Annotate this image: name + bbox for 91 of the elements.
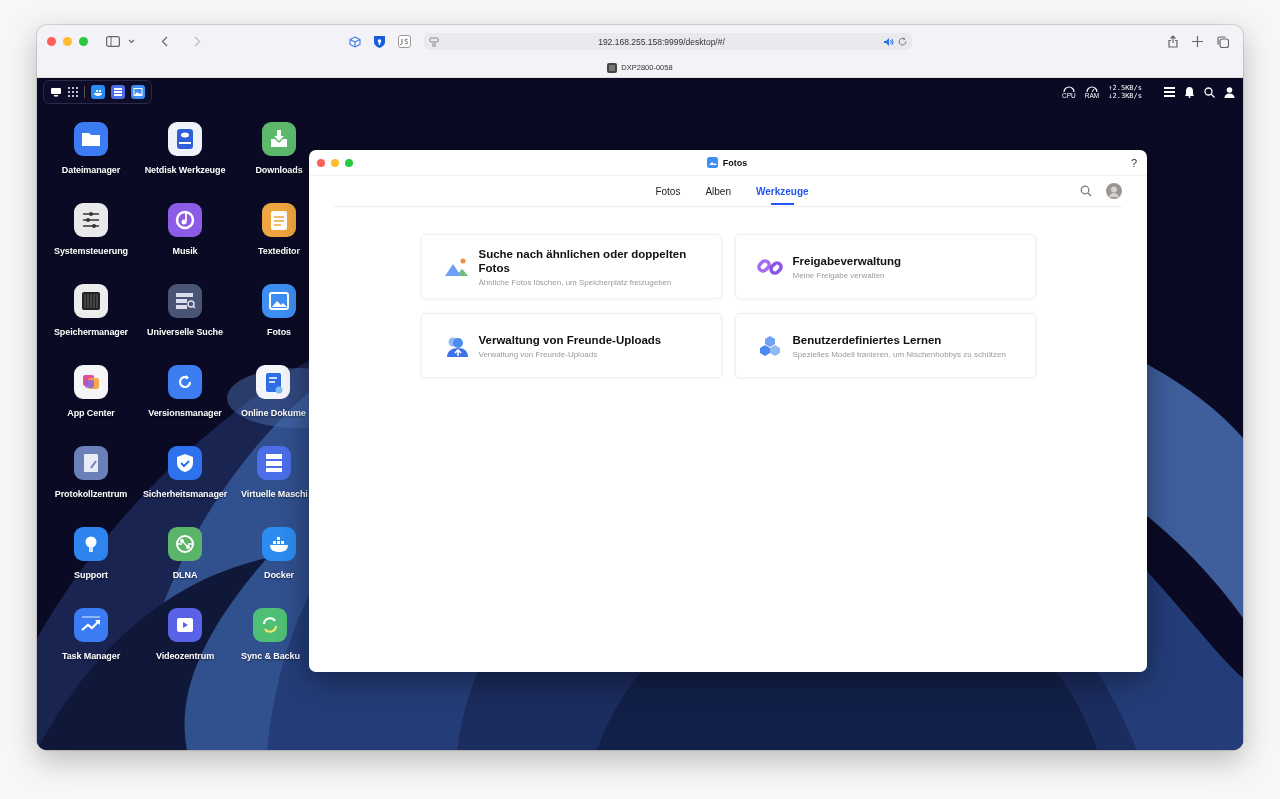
avatar: [1106, 183, 1122, 199]
card-subtitle: Verwaltung von Freunde-Uploads: [478, 349, 599, 359]
app-shortcut[interactable]: DLNA: [168, 527, 202, 582]
gauge-icon: [1086, 85, 1099, 92]
video-icon: [168, 608, 202, 642]
address-bar[interactable]: 192.168.255.158:9999/desktop/#/: [424, 33, 912, 50]
bell-icon: [1184, 86, 1195, 98]
card-subtitle: Spezielles Modell tranieren, um Nischenhobbys zu schützen: [792, 349, 1006, 359]
app-shortcut[interactable]: Dateimanager: [61, 122, 121, 177]
card-title: Verwaltung von Freunde-Uploads: [478, 332, 662, 347]
window-title: Fotos: [722, 157, 748, 168]
close-button[interactable]: [317, 158, 325, 167]
card-title: Suche nach ähnlichen oder doppelten Fotos: [478, 246, 688, 275]
app-shortcut[interactable]: Netdisk Werkzeuge: [144, 122, 226, 177]
app-shortcut[interactable]: Virtuelle Maschi: [241, 446, 308, 501]
download-icon: [262, 122, 296, 156]
app-shortcut[interactable]: Downloads: [255, 122, 303, 177]
app-shortcut[interactable]: Speichermanager: [53, 284, 128, 339]
maximize-button[interactable]: [79, 37, 88, 46]
help-button[interactable]: ?: [1130, 156, 1137, 169]
minimize-button[interactable]: [331, 158, 339, 167]
user-icon: [1224, 86, 1235, 98]
sync-icon: [253, 608, 288, 642]
music-icon: [168, 203, 202, 237]
squares-icon: [74, 365, 108, 399]
app-shortcut[interactable]: Musik: [168, 203, 202, 258]
tab[interactable]: Werkzeuge: [756, 177, 809, 205]
app-shortcut[interactable]: Universelle Suche: [147, 284, 223, 339]
list-icon: [1164, 87, 1175, 97]
restore-icon: [168, 365, 202, 399]
tool-card[interactable]: Verwaltung von Freunde-Uploads Verwaltung von Freunde-Uploads: [420, 313, 722, 378]
image-icon: [131, 85, 145, 99]
gauge-icon: [1062, 85, 1075, 92]
app-shortcut[interactable]: Sync & Backu: [241, 608, 300, 663]
minimize-button[interactable]: [63, 37, 72, 46]
app-shortcut[interactable]: Online Dokume: [241, 365, 306, 420]
tool-card[interactable]: Suche nach ähnlichen oder doppelten Fotos Ähnliche Fotos löschen, um Speicherplatz freizugeben: [420, 234, 722, 299]
grid-icon: [68, 87, 78, 97]
server-icon: [607, 62, 618, 73]
trend-icon: [74, 608, 108, 642]
search-icon: [1204, 86, 1215, 98]
server-icon: [257, 446, 292, 480]
image-icon: [706, 157, 718, 168]
server-icon: [111, 85, 125, 99]
tool-card[interactable]: Freigabeverwaltung Meine Freigabe verwalten: [734, 234, 1036, 299]
forward-icon: [194, 36, 201, 47]
sidebar-icon: [106, 36, 120, 47]
card-subtitle: Meine Freigabe verwalten: [792, 270, 886, 280]
tab[interactable]: Alben: [705, 177, 731, 205]
storage-icon: [74, 284, 108, 318]
drive-icon: [168, 122, 202, 156]
image-icon: [262, 284, 296, 318]
app-shortcut[interactable]: App Center: [67, 365, 115, 420]
script-icon: [398, 35, 411, 48]
reload-icon: [898, 37, 907, 46]
speaker-icon: [884, 37, 894, 46]
chevron-down-icon: [128, 39, 135, 44]
card-subtitle: Ähnliche Fotos löschen, um Speicherplatz freizugeben: [478, 277, 673, 287]
back-icon: [161, 36, 168, 47]
app-shortcut[interactable]: Videozentrum: [155, 608, 215, 663]
sliders-icon: [74, 203, 108, 237]
app-shortcut[interactable]: Systemsteuerung: [54, 203, 128, 258]
folder-icon: [74, 122, 108, 156]
card-title: Freigabeverwaltung: [792, 253, 902, 268]
card-title: Benutzerdefiniertes Lernen: [792, 332, 943, 347]
tool-card[interactable]: Benutzerdefiniertes Lernen Spezielles Modell tranieren, um Nischenhobbys zu schützen: [734, 313, 1036, 378]
app-shortcut[interactable]: Task Manager: [61, 608, 121, 663]
shield-icon: [374, 35, 385, 48]
shield-icon: [168, 446, 202, 480]
maximize-button[interactable]: [345, 158, 353, 167]
app-shortcut[interactable]: Protokollzentrum: [54, 446, 128, 501]
network-icon: [168, 527, 202, 561]
app-shortcut[interactable]: Texteditor: [258, 203, 300, 258]
share-icon: [1168, 35, 1178, 48]
tabs-icon: [1217, 35, 1229, 48]
notebook-icon: [74, 446, 108, 480]
cube-icon: [349, 35, 361, 48]
close-button[interactable]: [47, 37, 56, 46]
app-shortcut[interactable]: Fotos: [262, 284, 296, 339]
monitor-icon: [50, 87, 62, 97]
search-icon: [1080, 185, 1092, 197]
app-shortcut[interactable]: Versionsmanager: [148, 365, 222, 420]
tab[interactable]: Fotos: [655, 177, 681, 205]
notepad-icon: [262, 203, 296, 237]
app-shortcut[interactable]: Docker: [262, 527, 296, 582]
app-shortcut[interactable]: Sicherheitsmanager: [142, 446, 228, 501]
plus-icon: [1192, 36, 1203, 47]
app-shortcut[interactable]: Support: [74, 527, 108, 582]
server-search-icon: [168, 284, 202, 318]
document-icon: [256, 365, 291, 399]
lightbulb-icon: [74, 527, 108, 561]
